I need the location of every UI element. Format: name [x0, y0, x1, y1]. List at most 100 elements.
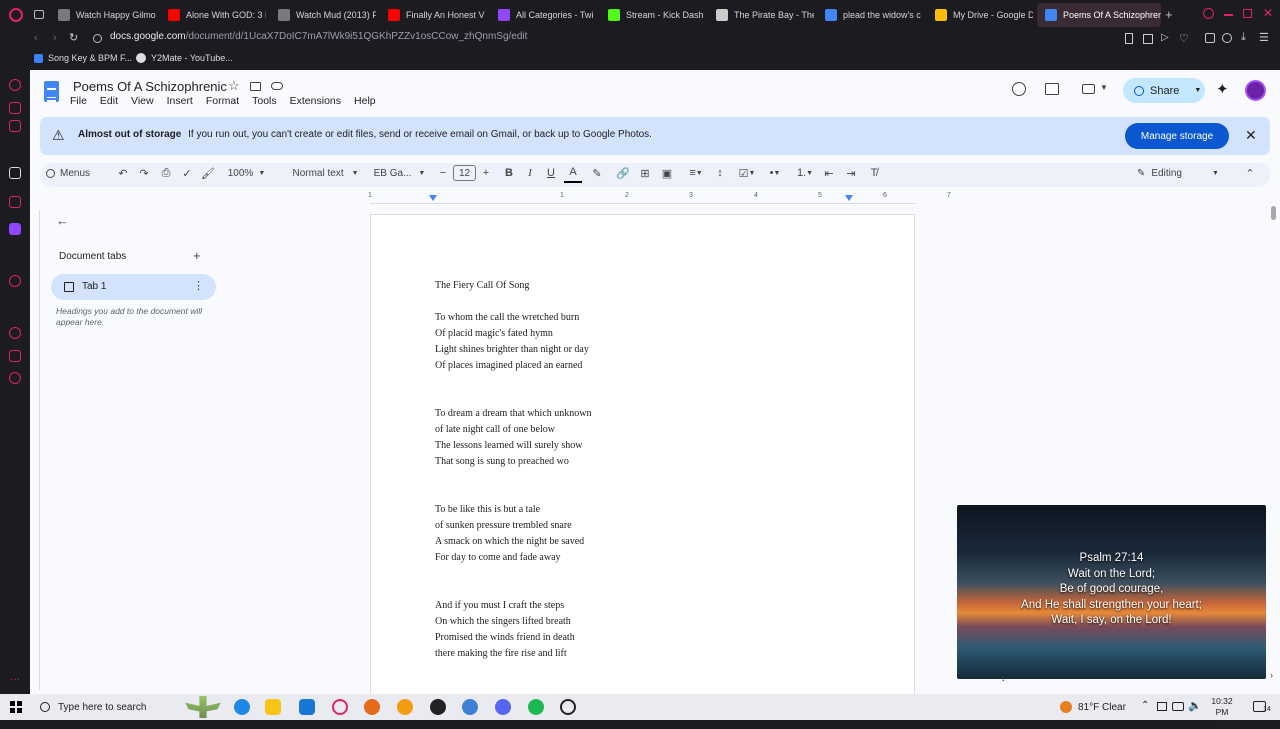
version-history-icon[interactable] — [1012, 82, 1026, 96]
right-indent-marker[interactable] — [845, 195, 853, 201]
left-indent-marker[interactable] — [429, 195, 437, 201]
document-page[interactable]: The Fiery Call Of Song To whom the call t… — [370, 214, 915, 694]
clear-formatting-icon[interactable]: T̸ — [865, 163, 883, 183]
sidebar-app-icon[interactable] — [9, 196, 21, 208]
font-select[interactable]: EB Ga... ▼ — [372, 163, 427, 183]
settings-icon[interactable] — [9, 372, 21, 384]
vertical-scrollbar[interactable] — [1271, 206, 1276, 220]
more-icon[interactable]: ··· — [10, 674, 20, 685]
add-tab-icon[interactable]: + — [193, 248, 201, 263]
screenshot-icon[interactable] — [1143, 34, 1153, 44]
gemini-icon[interactable]: ✦ — [1216, 80, 1229, 98]
browser-tab[interactable]: Watch Happy Gilmore — [50, 3, 156, 27]
menu-help[interactable]: Help — [354, 95, 376, 107]
browser-tab[interactable]: My Drive - Google D — [927, 3, 1033, 27]
scripture-overlay[interactable]: Psalm 27:14 Wait on the Lord; Be of good c… — [957, 505, 1266, 679]
increase-indent-icon[interactable]: ⇥ — [842, 163, 860, 183]
maximize-icon[interactable] — [1243, 9, 1252, 18]
resize-handle-icon[interactable]: ↕ — [1001, 673, 1006, 683]
italic-icon[interactable]: I — [521, 163, 539, 183]
checklist-icon[interactable]: ☑ ▼ — [734, 163, 760, 183]
redo-icon[interactable]: ↷ — [135, 163, 153, 183]
tray-chevron-icon[interactable]: ⌃ — [1141, 700, 1149, 711]
browser-tab[interactable]: Finally An Honest V — [380, 3, 486, 27]
cloud-status-icon[interactable] — [271, 82, 283, 90]
style-select[interactable]: Normal text ▼ — [288, 163, 363, 183]
forward-icon[interactable]: › — [53, 32, 57, 44]
back-icon[interactable]: ‹ — [34, 32, 38, 44]
share-dropdown-icon[interactable]: ▼ — [1194, 87, 1201, 94]
history-icon[interactable] — [9, 327, 21, 339]
manage-storage-button[interactable]: Manage storage — [1125, 123, 1229, 149]
file-explorer-icon[interactable] — [265, 699, 281, 715]
tab-item-1[interactable]: Tab 1 ⋮ — [51, 274, 216, 300]
menu-edit[interactable]: Edit — [100, 95, 118, 107]
opera-icon[interactable] — [332, 699, 348, 715]
document-title[interactable]: Poems Of A Schizophrenic — [73, 79, 227, 94]
paint-format-icon[interactable]: 🖌 — [199, 163, 217, 183]
decrease-indent-icon[interactable]: ⇤ — [820, 163, 838, 183]
meet-icon[interactable] — [1082, 84, 1095, 94]
browser-tab[interactable]: Alone With GOD: 3 H — [160, 3, 266, 27]
star-icon[interactable]: ☆ — [228, 78, 240, 94]
line-spacing-icon[interactable]: ↕ — [711, 163, 729, 183]
underline-icon[interactable]: U — [542, 163, 560, 183]
add-comment-icon[interactable]: ⊞ — [636, 163, 654, 183]
download-icon[interactable]: ⤓ — [1241, 31, 1246, 44]
player-icon[interactable]: ▷ — [1161, 32, 1169, 43]
snapshot-icon[interactable] — [1125, 33, 1133, 44]
browser-tab[interactable]: All Categories - Twi — [490, 3, 596, 27]
tab-options-icon[interactable]: ⋮ — [193, 279, 204, 292]
undo-icon[interactable]: ↶ — [114, 163, 132, 183]
share-button[interactable]: Share ▼ — [1123, 78, 1205, 103]
bold-icon[interactable]: B — [500, 163, 518, 183]
new-tab-icon[interactable]: + — [1165, 7, 1173, 22]
text-color-icon[interactable]: A — [564, 163, 582, 183]
app-icon[interactable] — [430, 699, 446, 715]
search-app-icon[interactable] — [397, 699, 413, 715]
spotify-icon[interactable] — [528, 699, 544, 715]
minimize-icon[interactable] — [1224, 14, 1233, 16]
site-info-icon[interactable] — [93, 34, 102, 43]
opera-logo-icon[interactable] — [9, 8, 23, 22]
bookmark-y2mate[interactable]: Y2Mate - YouTube... — [136, 53, 233, 63]
editing-mode-select[interactable]: ✎ Editing ▼ — [1137, 163, 1222, 183]
menu-tools[interactable]: Tools — [252, 95, 277, 107]
meet-dropdown-icon[interactable]: ▼ — [1100, 83, 1108, 92]
increase-font-size-icon[interactable]: + — [479, 163, 493, 183]
sidebar-app-icon[interactable] — [9, 79, 21, 91]
menu-file[interactable]: File — [70, 95, 87, 107]
obs-icon[interactable] — [560, 699, 576, 715]
reload-icon[interactable]: ↻ — [69, 31, 78, 44]
discord-icon[interactable] — [495, 699, 511, 715]
sidebar-app-icon[interactable] — [9, 350, 21, 362]
print-icon[interactable]: ⎙ — [157, 163, 175, 183]
volume-icon[interactable]: 🔈 — [1188, 699, 1202, 712]
highlight-icon[interactable]: ✎ — [588, 163, 606, 183]
spellcheck-icon[interactable]: ✓ — [178, 163, 196, 183]
font-size-input[interactable]: 12 — [453, 165, 476, 181]
search-menus[interactable]: Menus — [46, 163, 106, 183]
tab-menu-icon[interactable] — [34, 10, 44, 19]
close-banner-icon[interactable]: ✕ — [1245, 127, 1257, 144]
windows-start-icon[interactable] — [10, 701, 22, 713]
store-icon[interactable] — [299, 699, 315, 715]
edge-icon[interactable] — [234, 699, 250, 715]
heart-icon[interactable]: ♡ — [1179, 32, 1189, 45]
decrease-font-size-icon[interactable]: − — [436, 163, 450, 183]
qbittorrent-icon[interactable] — [462, 699, 478, 715]
menu-view[interactable]: View — [131, 95, 154, 107]
network-icon[interactable] — [1172, 702, 1184, 711]
move-folder-icon[interactable] — [250, 82, 261, 91]
menu-insert[interactable]: Insert — [167, 95, 193, 107]
link-icon[interactable]: 🔗 — [614, 163, 632, 183]
numbered-list-icon[interactable]: 1. ▼ — [792, 163, 818, 183]
align-icon[interactable]: ≡ ▼ — [683, 163, 709, 183]
close-window-icon[interactable]: ✕ — [1263, 6, 1273, 20]
sidebar-app-icon[interactable] — [9, 275, 21, 287]
scroll-right-icon[interactable]: › — [1270, 670, 1273, 680]
avatar[interactable] — [1245, 80, 1266, 101]
menu-extensions[interactable]: Extensions — [290, 95, 341, 107]
clock[interactable]: 10:32 PM 7/26/2025 — [1204, 696, 1242, 729]
menu-format[interactable]: Format — [206, 95, 239, 107]
